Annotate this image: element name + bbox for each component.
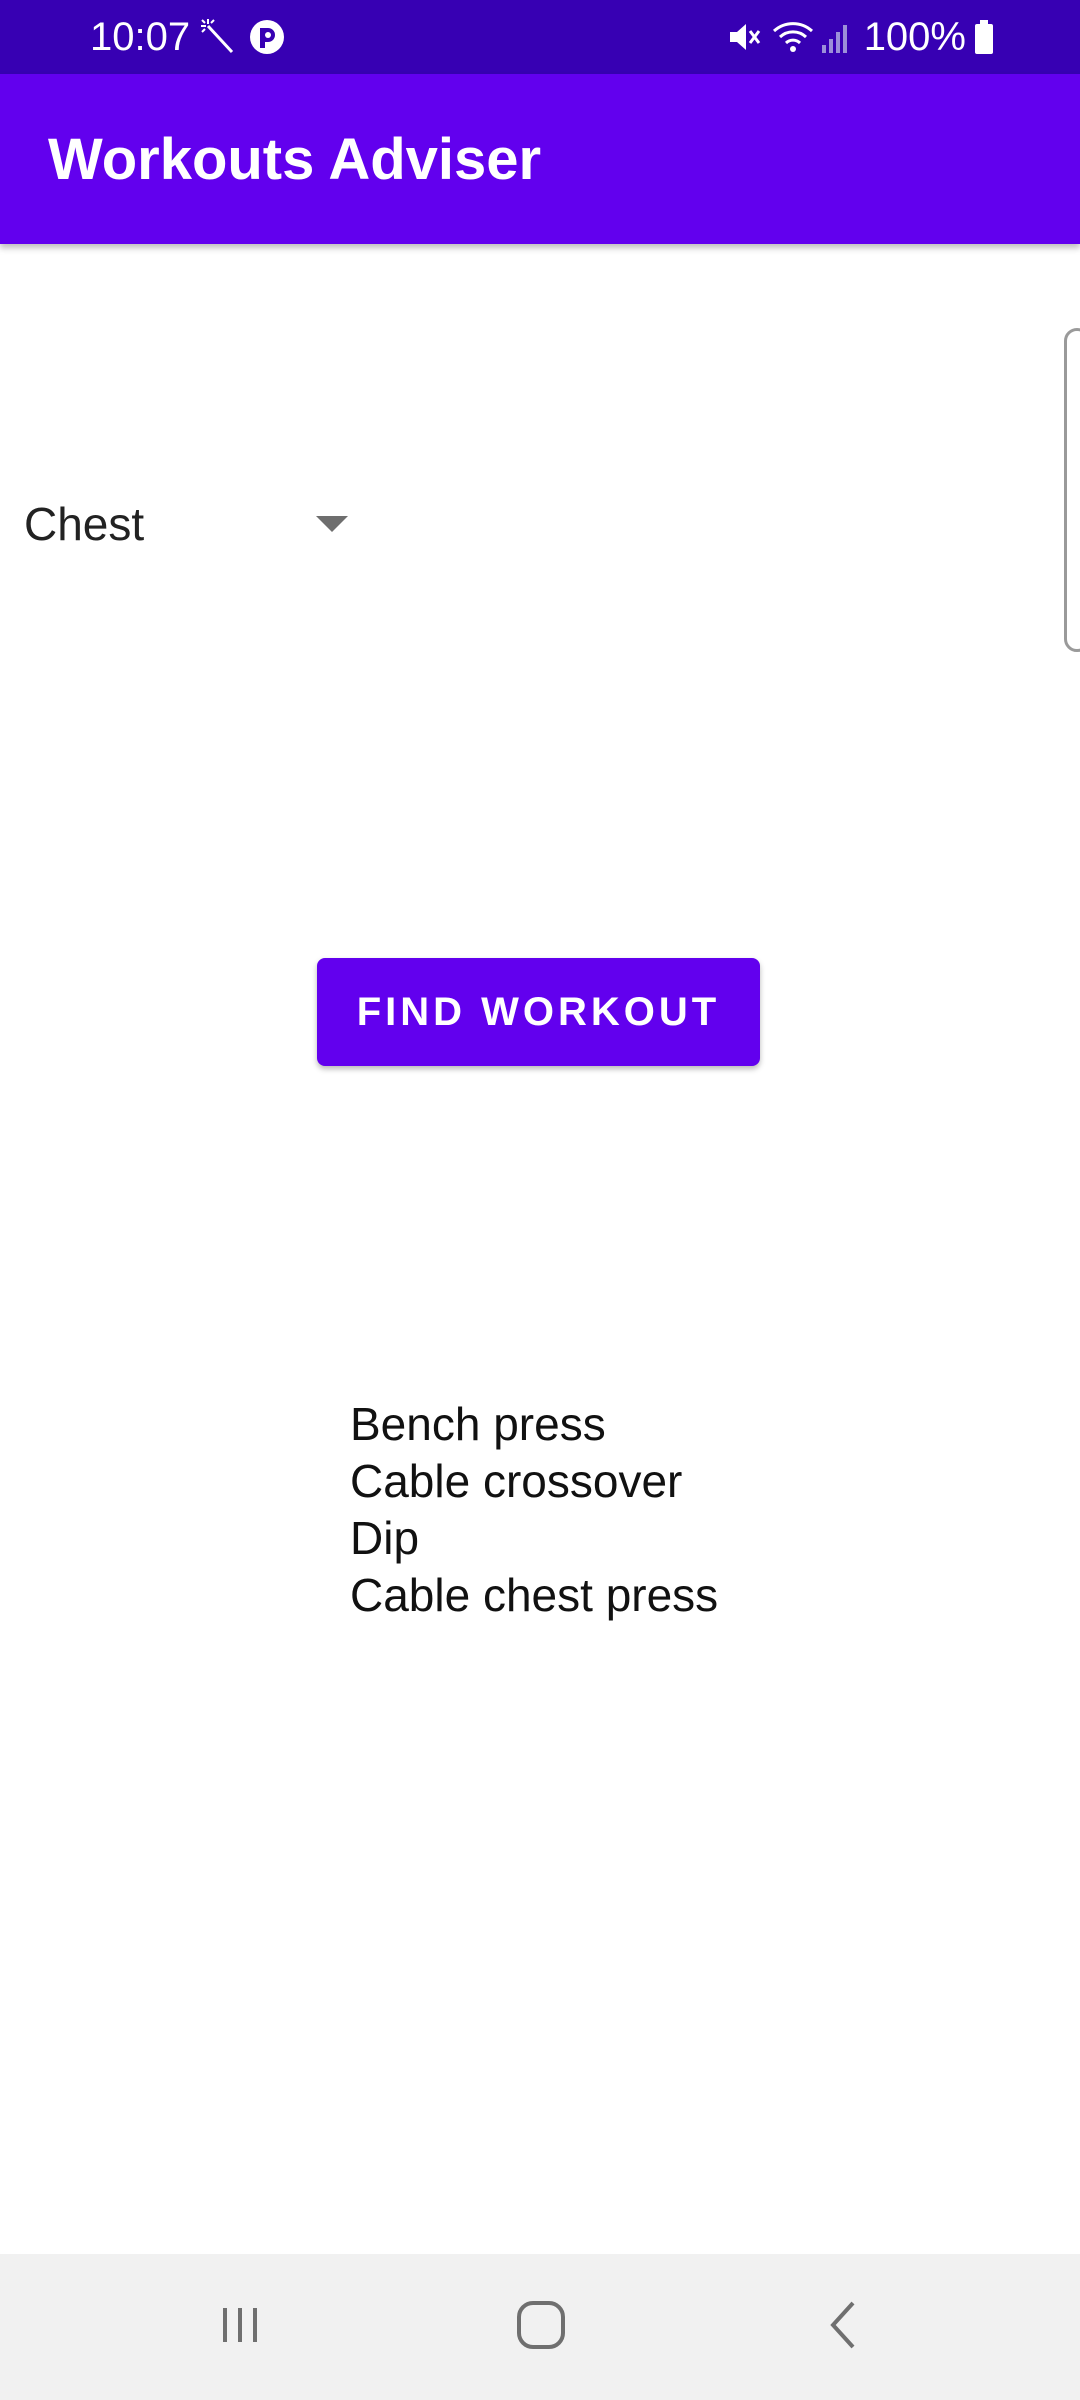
dropdown-arrow-icon <box>316 516 348 532</box>
app-bar: Workouts Adviser <box>0 74 1080 244</box>
back-icon <box>819 2297 869 2358</box>
home-icon <box>513 2297 569 2358</box>
app-notification-icon <box>248 18 286 61</box>
signal-icon <box>820 19 850 55</box>
status-time: 10:07 <box>90 15 191 59</box>
edge-panel-handle[interactable] <box>1064 328 1080 652</box>
workout-item: Dip <box>350 1512 420 1564</box>
navigation-bar <box>0 2254 1080 2400</box>
muscle-group-spinner[interactable]: Chest <box>0 478 360 568</box>
wifi-icon <box>772 19 814 55</box>
status-icons: 100% <box>726 14 994 60</box>
battery-icon <box>974 20 994 54</box>
app-title: Workouts Adviser <box>48 127 542 192</box>
workout-results: Bench press Cable crossover Dip Cable ch… <box>350 1396 718 1624</box>
battery-percent: 100% <box>863 15 966 59</box>
magic-wand-icon <box>200 18 236 61</box>
mute-icon <box>726 19 762 55</box>
status-bar: 10:07 100% <box>0 0 1080 74</box>
recents-icon <box>215 2300 265 2355</box>
home-button[interactable] <box>461 2254 621 2400</box>
recents-button[interactable] <box>160 2254 320 2400</box>
workout-item: Bench press <box>350 1398 606 1450</box>
find-workout-button[interactable]: FIND WORKOUT <box>317 958 760 1066</box>
spinner-selected-value: Chest <box>24 498 145 550</box>
workout-item: Cable crossover <box>350 1455 683 1507</box>
workout-item: Cable chest press <box>350 1569 719 1621</box>
back-button[interactable] <box>764 2254 924 2400</box>
